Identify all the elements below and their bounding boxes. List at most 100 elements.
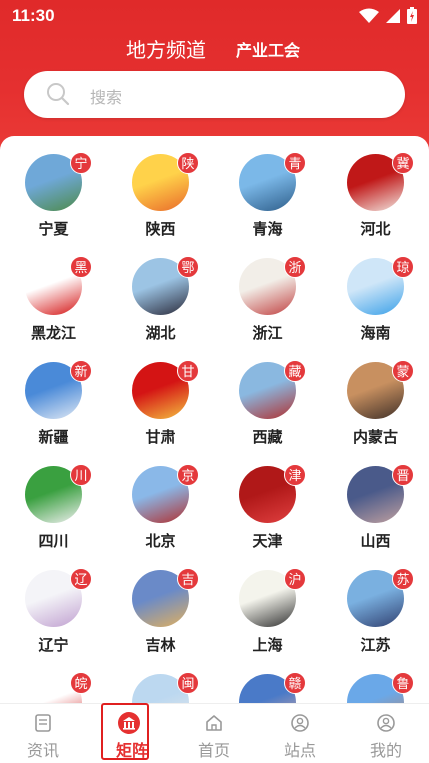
nav-label: 站点 — [283, 743, 316, 760]
search-placeholder: 搜索 — [90, 90, 123, 107]
region-badge: 津 — [284, 464, 306, 486]
region-badge: 辽 — [70, 568, 92, 590]
battery-icon — [407, 7, 417, 24]
region-item[interactable]: 陕陕西 — [107, 152, 214, 258]
region-label: 新疆 — [38, 429, 69, 446]
region-row: 黑黑龙江鄂湖北浙浙江琼海南 — [0, 256, 429, 362]
region-label: 黑龙江 — [30, 325, 76, 342]
nav-item-news[interactable]: 资讯 — [0, 704, 86, 763]
region-item[interactable]: 甘甘肃 — [107, 360, 214, 466]
region-grid: 宁宁夏陕陕西青青海冀河北黑黑龙江鄂湖北浙浙江琼海南新新疆甘甘肃藏西藏蒙内蒙古川四… — [0, 152, 429, 703]
status-icons — [359, 7, 417, 24]
signal-icon — [386, 8, 400, 23]
search-icon — [47, 83, 70, 106]
profile-icon — [377, 714, 395, 732]
region-label: 河北 — [360, 221, 391, 238]
region-badge: 赣 — [284, 672, 306, 694]
region-badge: 甘 — [177, 360, 199, 382]
region-badge: 黑 — [70, 256, 92, 278]
region-item[interactable]: 吉吉林 — [107, 568, 214, 674]
nav-label: 资讯 — [26, 743, 59, 760]
region-label: 吉林 — [145, 637, 176, 654]
region-item[interactable]: 苏江苏 — [322, 568, 429, 674]
region-badge: 皖 — [70, 672, 92, 694]
region-item[interactable]: 晋山西 — [322, 464, 429, 570]
region-label: 内蒙古 — [352, 429, 398, 446]
region-item[interactable]: 冀河北 — [322, 152, 429, 258]
region-item[interactable]: 浙浙江 — [214, 256, 321, 362]
home-icon — [206, 715, 222, 731]
region-badge: 川 — [70, 464, 92, 486]
bottom-nav: 资讯 矩阵 首页 站点 我的 — [0, 703, 429, 763]
page-title: 地方频道 — [126, 40, 206, 62]
news-icon — [35, 714, 51, 732]
region-label: 甘肃 — [145, 429, 176, 446]
nav-item-profile[interactable]: 我的 — [343, 704, 429, 763]
region-item[interactable]: 宁宁夏 — [0, 152, 107, 258]
region-badge: 青 — [284, 152, 306, 174]
region-badge: 浙 — [284, 256, 306, 278]
region-label: 海南 — [360, 325, 391, 342]
header-background: 11:30 地方频道 产业工会 搜索 — [0, 0, 429, 150]
title-row: 地方频道 产业工会 — [0, 34, 429, 62]
status-time: 11:30 — [12, 6, 55, 25]
region-row: 辽辽宁吉吉林沪上海苏江苏 — [0, 568, 429, 674]
region-label: 陕西 — [145, 221, 176, 238]
region-badge: 沪 — [284, 568, 306, 590]
nav-label: 首页 — [197, 743, 230, 760]
region-badge: 蒙 — [392, 360, 414, 382]
region-item[interactable]: 沪上海 — [214, 568, 321, 674]
region-label: 天津 — [252, 533, 283, 550]
region-row: 皖闽赣鲁 — [0, 672, 429, 703]
region-badge: 吉 — [177, 568, 199, 590]
search-input[interactable]: 搜索 — [24, 71, 405, 118]
region-label: 湖北 — [145, 325, 176, 342]
region-label: 上海 — [252, 637, 283, 654]
active-tab-highlight — [101, 703, 149, 760]
region-item[interactable]: 京北京 — [107, 464, 214, 570]
region-badge: 琼 — [392, 256, 414, 278]
region-badge: 苏 — [392, 568, 414, 590]
region-item[interactable]: 津天津 — [214, 464, 321, 570]
region-label: 西藏 — [252, 429, 283, 446]
region-badge: 鲁 — [392, 672, 414, 694]
region-item[interactable]: 川四川 — [0, 464, 107, 570]
region-item[interactable]: 琼海南 — [322, 256, 429, 362]
region-label: 北京 — [145, 533, 176, 550]
region-label: 宁夏 — [38, 221, 69, 238]
region-item[interactable]: 藏西藏 — [214, 360, 321, 466]
region-row: 川四川京北京津天津晋山西 — [0, 464, 429, 570]
nav-item-site[interactable]: 站点 — [257, 704, 343, 763]
region-item[interactable]: 皖 — [0, 672, 107, 703]
region-label: 辽宁 — [38, 637, 69, 654]
region-item[interactable]: 鄂湖北 — [107, 256, 214, 362]
region-item[interactable]: 鲁 — [322, 672, 429, 703]
region-badge: 宁 — [70, 152, 92, 174]
region-badge: 新 — [70, 360, 92, 382]
region-label: 江苏 — [360, 637, 391, 654]
site-icon — [291, 714, 309, 732]
region-item[interactable]: 赣 — [214, 672, 321, 703]
region-grid-panel: 宁宁夏陕陕西青青海冀河北黑黑龙江鄂湖北浙浙江琼海南新新疆甘甘肃藏西藏蒙内蒙古川四… — [0, 136, 429, 703]
region-badge: 藏 — [284, 360, 306, 382]
region-row: 新新疆甘甘肃藏西藏蒙内蒙古 — [0, 360, 429, 466]
region-label: 山西 — [360, 533, 391, 550]
region-item[interactable]: 黑黑龙江 — [0, 256, 107, 362]
region-item[interactable]: 新新疆 — [0, 360, 107, 466]
wifi-icon — [359, 8, 379, 23]
region-badge: 鄂 — [177, 256, 199, 278]
status-bar: 11:30 — [0, 0, 429, 32]
region-item[interactable]: 辽辽宁 — [0, 568, 107, 674]
region-label: 四川 — [38, 533, 69, 550]
region-badge: 京 — [177, 464, 199, 486]
region-item[interactable]: 闽 — [107, 672, 214, 703]
region-badge: 冀 — [392, 152, 414, 174]
region-badge: 陕 — [177, 152, 199, 174]
nav-item-home[interactable]: 首页 — [171, 704, 257, 763]
page-subtitle[interactable]: 产业工会 — [236, 37, 300, 61]
region-item[interactable]: 蒙内蒙古 — [322, 360, 429, 466]
region-item[interactable]: 青青海 — [214, 152, 321, 258]
region-label: 青海 — [252, 221, 283, 238]
region-row: 宁宁夏陕陕西青青海冀河北 — [0, 152, 429, 258]
region-badge: 闽 — [177, 672, 199, 694]
